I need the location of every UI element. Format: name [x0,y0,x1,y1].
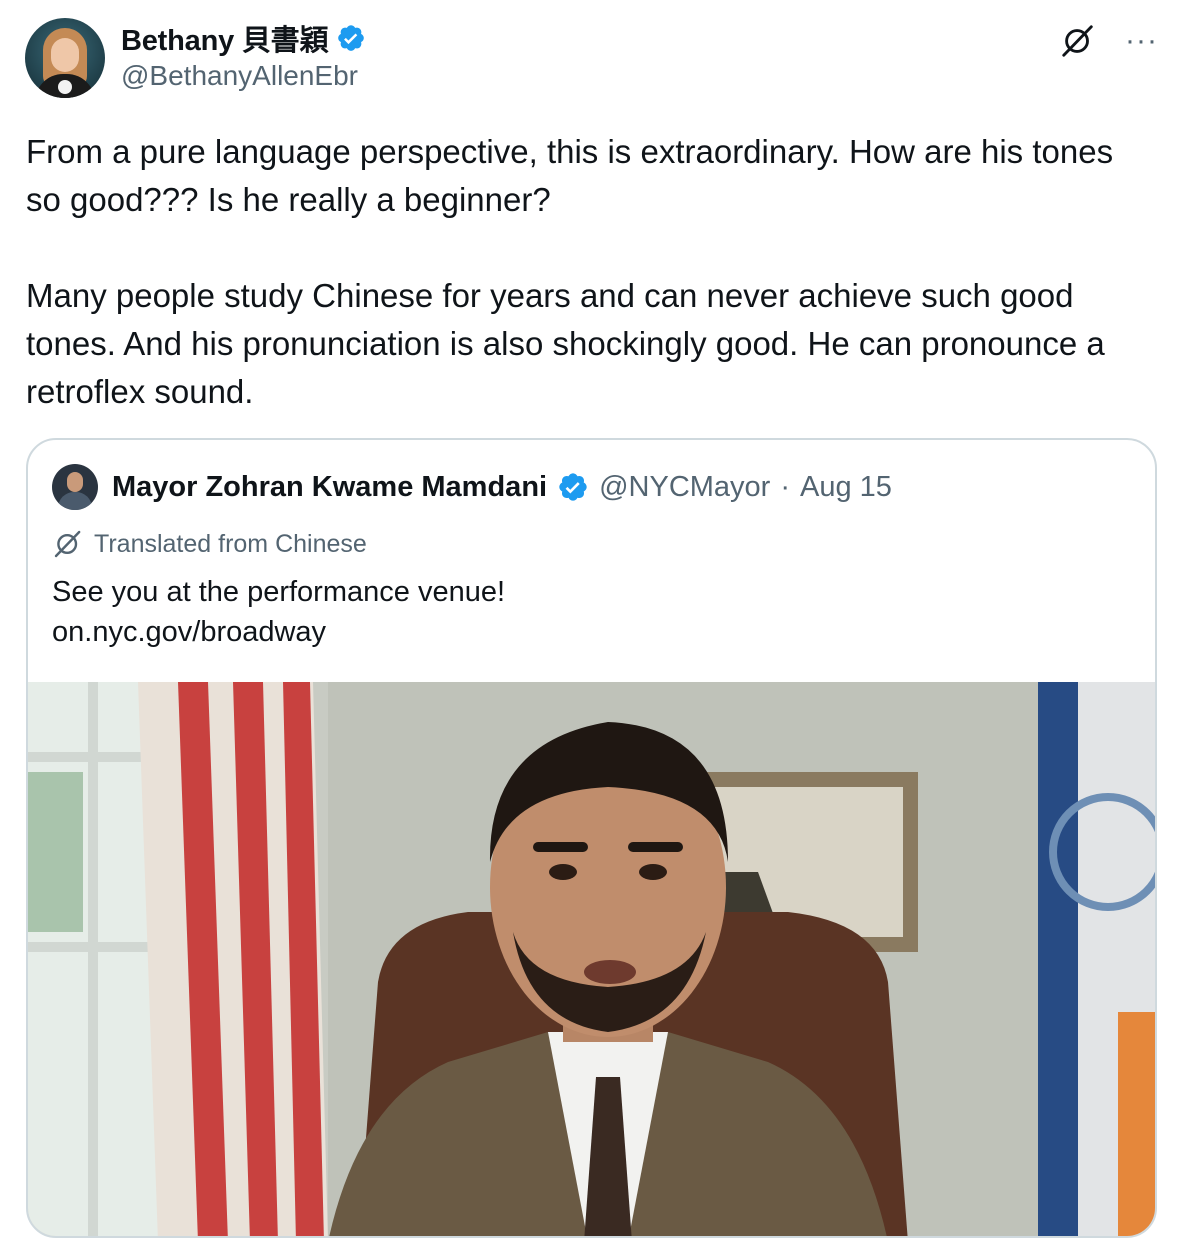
author-avatar[interactable] [25,18,105,98]
more-horizontal-icon[interactable]: ··· [1125,26,1158,56]
media-eye [549,864,577,880]
media-eye [639,864,667,880]
quoted-handle[interactable]: @NYCMayor [599,471,770,504]
media-eyebrow [533,842,588,852]
media-eyebrow [628,842,683,852]
quoted-text: See you at the performance venue! [52,576,506,608]
tweet: Bethany 貝書穎 @BethanyAllenEbr ··· From a … [0,0,1182,1238]
media-scene [28,682,1155,1236]
translated-indicator: Translated from Chinese [52,528,367,560]
translated-label: Translated from Chinese [94,529,367,558]
media-nyc-flag-orange [1118,1012,1155,1236]
author-handle[interactable]: @BethanyAllenEbr [121,60,358,92]
top-actions: ··· [1059,22,1158,60]
quoted-tweet[interactable]: Mayor Zohran Kwame Mamdani @NYCMayor · A… [26,438,1157,1238]
tweet-text: From a pure language perspective, this i… [26,133,1114,410]
quoted-avatar[interactable] [52,464,98,510]
quoted-avatar-face [67,472,83,492]
quoted-display-name[interactable]: Mayor Zohran Kwame Mamdani [112,471,547,504]
translate-icon [54,530,81,558]
verified-badge-icon[interactable] [557,471,589,503]
media-mouth [584,960,636,984]
media-nyc-flag-blue [1038,682,1078,1236]
quoted-separator: · [780,470,791,503]
quoted-media-image[interactable] [28,682,1155,1236]
avatar-face [51,38,79,72]
quoted-date[interactable]: Aug 15 [800,471,892,504]
grok-icon[interactable] [1059,22,1097,60]
author-display-name[interactable]: Bethany 貝書穎 [121,17,328,59]
media-window-bar [88,682,98,1236]
avatar-cat [58,80,72,94]
quoted-avatar-body [58,492,92,510]
author-name-row: Bethany 貝書穎 [121,17,366,59]
media-window-greenery [28,772,83,932]
quoted-link[interactable]: on.nyc.gov/broadway [52,612,326,652]
verified-badge-icon[interactable] [336,23,366,53]
quoted-header: Mayor Zohran Kwame Mamdani @NYCMayor · A… [52,464,892,510]
